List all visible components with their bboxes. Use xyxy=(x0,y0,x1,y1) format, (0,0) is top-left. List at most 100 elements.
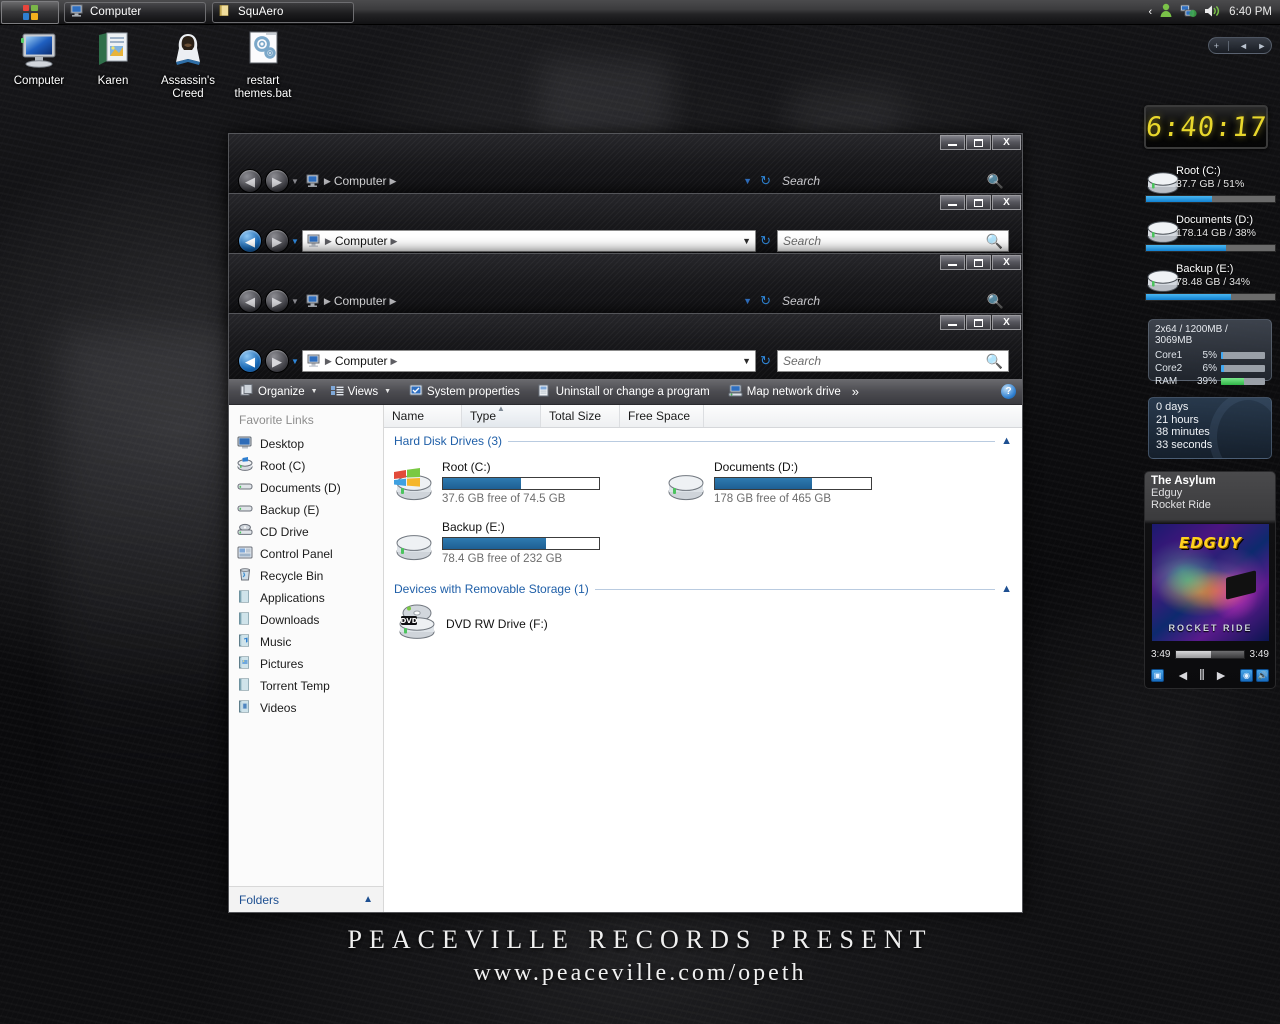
desktop-icon-computer[interactable]: Computer xyxy=(2,28,76,88)
drive-item[interactable]: Root (C:) 37.6 GB free of 74.5 GB xyxy=(392,454,664,514)
taskbar-item-computer[interactable]: Computer xyxy=(64,1,206,23)
drive-meter[interactable]: Root (C:) 37.7 GB / 51% xyxy=(1144,165,1278,209)
taskbar-item-squaero[interactable]: SquAero xyxy=(212,1,354,23)
close-button[interactable]: X xyxy=(992,315,1021,330)
search-input-3[interactable]: Search 🔍 xyxy=(777,290,1009,312)
sidebar-item-applications[interactable]: Applications xyxy=(237,587,383,609)
drive-meter[interactable]: Backup (E:) 78.48 GB / 34% xyxy=(1144,263,1278,307)
back-button[interactable]: ◀ xyxy=(238,289,262,313)
column-header-type[interactable]: ▲ Type xyxy=(462,405,541,427)
gadget-digital-clock[interactable]: 6:40:17 xyxy=(1144,105,1268,149)
search-input-1[interactable]: Search 🔍 xyxy=(777,170,1009,192)
sidebar-item-desktop[interactable]: Desktop xyxy=(237,433,383,455)
sidebar-item-videos[interactable]: Videos xyxy=(237,697,383,719)
chevron-down-icon[interactable]: ▼ xyxy=(311,388,318,395)
search-icon[interactable]: 🔍 xyxy=(987,173,1004,190)
chevron-down-icon[interactable]: ▼ xyxy=(742,236,751,246)
close-button[interactable]: X xyxy=(992,255,1021,270)
minimize-button[interactable] xyxy=(940,315,965,330)
organize-button[interactable]: Organize ▼ xyxy=(235,382,323,402)
taskbar-clock[interactable]: 6:40 PM xyxy=(1229,6,1272,18)
media-pause-button[interactable]: ‖ xyxy=(1199,667,1205,684)
sidebar-item-control-panel[interactable]: Control Panel xyxy=(237,543,383,565)
chevron-up-icon[interactable]: ▲ xyxy=(1001,583,1012,595)
toolbar-overflow-button[interactable]: » xyxy=(848,384,863,399)
search-input-4[interactable]: Search 🔍 xyxy=(777,350,1009,372)
column-header-total-size[interactable]: Total Size xyxy=(541,405,620,427)
sidebar-add-gadget-button[interactable]: + xyxy=(1214,41,1219,51)
minimize-button[interactable] xyxy=(940,255,965,270)
address-bar-2[interactable]: ▶ Computer ▶ ▼ xyxy=(301,230,757,252)
back-button[interactable]: ◀ xyxy=(238,169,262,193)
system-properties-button[interactable]: System properties xyxy=(404,382,525,402)
drive-item[interactable]: Documents (D:) 178 GB free of 465 GB xyxy=(664,454,936,514)
views-button[interactable]: Views ▼ xyxy=(325,382,396,402)
sidebar-next-button[interactable]: ► xyxy=(1257,41,1266,51)
map-network-drive-button[interactable]: Map network drive xyxy=(723,382,846,402)
group-header-hard-disk-drives[interactable]: Hard Disk Drives (3) ▲ xyxy=(384,428,1022,450)
maximize-button[interactable] xyxy=(966,315,991,330)
sidebar-item-cd-drive[interactable]: CD Drive xyxy=(237,521,383,543)
media-next-button[interactable]: ► xyxy=(1214,667,1228,683)
refresh-icon[interactable]: ↻ xyxy=(760,173,771,189)
group-header-removable-storage[interactable]: Devices with Removable Storage (1) ▲ xyxy=(384,578,1022,598)
playlist-icon[interactable]: ▣ xyxy=(1151,668,1164,682)
help-button[interactable]: ? xyxy=(1001,384,1016,399)
back-button[interactable]: ◀ xyxy=(238,229,262,253)
breadcrumb-computer[interactable]: Computer xyxy=(334,174,387,188)
maximize-button[interactable] xyxy=(966,135,991,150)
minimize-button[interactable] xyxy=(940,135,965,150)
sidebar-item-torrent-temp[interactable]: Torrent Temp xyxy=(237,675,383,697)
sidebar-item-root-c[interactable]: Root (C) xyxy=(237,455,383,477)
drive-meter[interactable]: Documents (D:) 178.14 GB / 38% xyxy=(1144,214,1278,258)
sidebar-item-recycle-bin[interactable]: Recycle Bin xyxy=(237,565,383,587)
volume-icon[interactable] xyxy=(1204,4,1222,21)
forward-button[interactable]: ▶ xyxy=(265,169,289,193)
history-dropdown-icon[interactable]: ▼ xyxy=(291,357,299,366)
desktop-icon-karen[interactable]: Karen xyxy=(76,28,150,88)
gadget-cpu-meter[interactable]: 2x64 / 1200MB / 3069MB Core1 5% Core2 6%… xyxy=(1148,319,1272,387)
maximize-button[interactable] xyxy=(966,255,991,270)
sidebar-item-downloads[interactable]: Downloads xyxy=(237,609,383,631)
gadget-uptime[interactable]: 0 days 21 hours 38 minutes 33 seconds xyxy=(1148,397,1272,459)
chevron-up-icon[interactable]: ▲ xyxy=(1001,435,1012,447)
breadcrumb-computer[interactable]: Computer xyxy=(335,354,388,368)
crumb-separator[interactable]: ▶ xyxy=(391,356,398,367)
search-icon[interactable]: 🔍 xyxy=(987,293,1004,310)
desktop-icon-assassins-creed[interactable]: Assassin's Creed xyxy=(151,28,225,101)
forward-button[interactable]: ▶ xyxy=(265,229,289,253)
sidebar-item-backup-e[interactable]: Backup (E) xyxy=(237,499,383,521)
chevron-down-icon[interactable]: ▼ xyxy=(743,296,752,306)
sidebar-item-music[interactable]: Music xyxy=(237,631,383,653)
sidebar-item-documents-d[interactable]: Documents (D) xyxy=(237,477,383,499)
history-dropdown-icon[interactable]: ▼ xyxy=(291,177,299,186)
close-button[interactable]: X xyxy=(992,135,1021,150)
explorer-window-4[interactable]: X ◀ ▶ ▼ ▶ Computer ▶ ▼ ↻ Search 🔍 Organi… xyxy=(228,313,1023,913)
start-button[interactable] xyxy=(1,0,59,24)
chevron-down-icon[interactable]: ▼ xyxy=(742,356,751,366)
back-button[interactable]: ◀ xyxy=(238,349,262,373)
address-bar-3[interactable]: ▶ Computer ▶ ▼ xyxy=(302,290,756,312)
shuffle-icon[interactable]: ◉ xyxy=(1240,668,1253,682)
drive-item[interactable]: Backup (E:) 78.4 GB free of 232 GB xyxy=(392,514,664,574)
sidebar-item-pictures[interactable]: Pictures xyxy=(237,653,383,675)
minimize-button[interactable] xyxy=(940,195,965,210)
removable-device-item[interactable]: DVD DVD RW Drive (F:) xyxy=(384,598,1022,653)
sidebar-prev-button[interactable]: ◄ xyxy=(1239,41,1248,51)
address-bar-1[interactable]: ▶ Computer ▶ ▼ xyxy=(302,170,756,192)
search-icon[interactable]: 🔍 xyxy=(986,233,1003,250)
forward-button[interactable]: ▶ xyxy=(265,349,289,373)
crumb-separator[interactable]: ▶ xyxy=(390,296,397,307)
uninstall-program-button[interactable]: Uninstall or change a program xyxy=(533,382,715,402)
refresh-icon[interactable]: ↻ xyxy=(760,293,771,309)
history-dropdown-icon[interactable]: ▼ xyxy=(291,297,299,306)
refresh-icon[interactable]: ↻ xyxy=(760,233,771,249)
media-previous-button[interactable]: ◄ xyxy=(1176,667,1190,683)
column-header-name[interactable]: Name xyxy=(384,405,462,427)
tray-expand-icon[interactable]: ‹ xyxy=(1149,6,1153,18)
network-icon[interactable] xyxy=(1180,4,1197,21)
address-bar-4[interactable]: ▶ Computer ▶ ▼ xyxy=(301,350,757,372)
maximize-button[interactable] xyxy=(966,195,991,210)
search-icon[interactable]: 🔍 xyxy=(986,353,1003,370)
chevron-down-icon[interactable]: ▼ xyxy=(384,388,391,395)
